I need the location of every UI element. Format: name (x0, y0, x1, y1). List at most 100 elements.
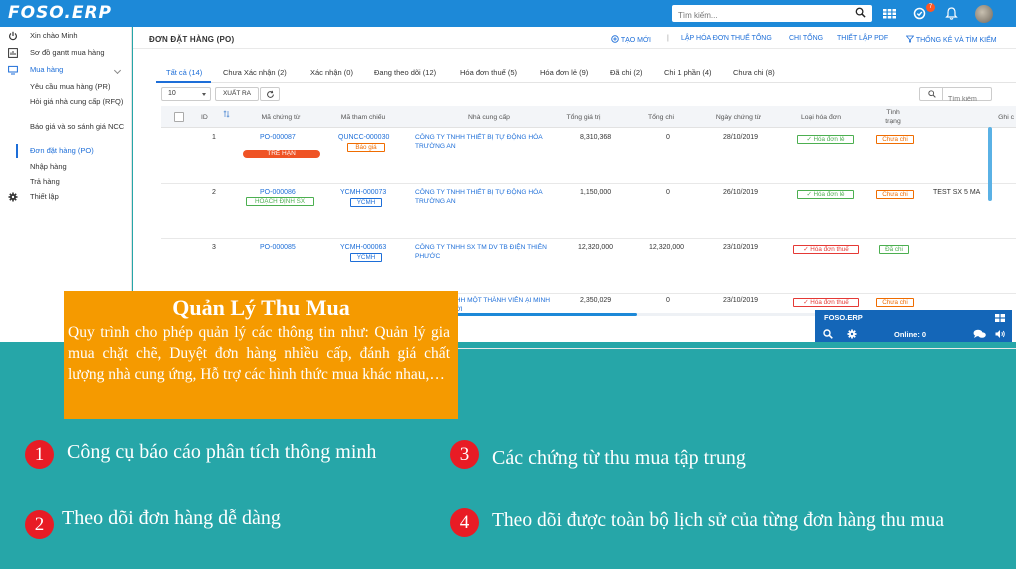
sidebar-item-pr[interactable]: Yêu cầu mua hàng (PR) (30, 82, 128, 92)
col-id[interactable]: ID (201, 113, 208, 122)
tab-partial[interactable]: Chi 1 phần (4) (664, 68, 712, 77)
tab-tracking[interactable]: Đang theo dõi (12) (374, 68, 436, 77)
sidebar-item-rfq[interactable]: Hỏi giá nhà cung cấp (RFQ) (30, 97, 128, 107)
row-supplier-link[interactable]: CÔNG TY TNHH SX TM DV TB ĐIỆN THIÊN PHƯỚ… (415, 244, 565, 261)
feature-number-badge: 2 (25, 510, 54, 539)
row-supplier-link[interactable]: CÔNG TY TNHH THIẾT BỊ TỰ ĐỘNG HÓA TRƯỜNG… (415, 189, 565, 206)
col-ref[interactable]: Mã tham chiếu (333, 113, 393, 122)
row-total: 1,150,000 (580, 189, 612, 196)
tab-unconfirmed[interactable]: Chưa Xác nhận (2) (223, 68, 287, 77)
grid-icon[interactable] (995, 314, 1005, 322)
row-date: 28/10/2019 (723, 134, 759, 141)
feature-text: Công cụ báo cáo phân tích thông minh (67, 441, 377, 463)
refresh-icon (267, 90, 274, 98)
row-code-link[interactable]: PO-000085 (260, 244, 296, 251)
tab-all[interactable]: Tất cả (14) (166, 68, 202, 77)
feature-text: Theo dõi được toàn bộ lịch sử của từng đ… (492, 510, 944, 531)
export-button[interactable]: XUẤT RA (215, 87, 259, 101)
row-ref-link[interactable]: YCMH-000063 (340, 244, 386, 251)
tax-invoice-button[interactable]: LẬP HÓA ĐƠN THUẾ TỔNG (681, 35, 772, 42)
status-badge: Chưa chi (876, 298, 914, 307)
col-date[interactable]: Ngày chứng từ (706, 113, 771, 122)
table-search-button[interactable] (919, 87, 943, 101)
search-icon (928, 90, 936, 98)
sidebar-item-po[interactable]: Đơn đặt hàng (PO) (30, 146, 128, 156)
notification-icon[interactable] (912, 6, 927, 21)
chat-title: FOSO.ERP (824, 313, 863, 322)
speaker-icon[interactable] (995, 329, 1006, 339)
sort-icon[interactable] (223, 110, 230, 118)
table-search[interactable] (942, 87, 992, 106)
global-search-input[interactable] (672, 7, 842, 24)
gear-icon[interactable] (847, 329, 857, 339)
chart-icon (8, 48, 18, 58)
pdf-settings-button[interactable]: THIẾT LẬP PDF (837, 35, 888, 42)
sidebar-item-receiving[interactable]: Nhập hàng (30, 162, 128, 172)
table-header: ID Mã chứng từ Mã tham chiếu Nhà cung cấ… (161, 106, 1016, 128)
select-all-checkbox[interactable] (174, 112, 184, 122)
row-supplier-link[interactable]: CÔNG TY TNHH THIẾT BỊ TỰ ĐỘNG HÓA TRƯỜNG… (415, 134, 565, 151)
tab-confirmed[interactable]: Xác nhận (0) (310, 68, 353, 77)
global-search[interactable] (672, 5, 872, 24)
invoice-type-badge: ✓ Hóa đơn thuế (793, 245, 859, 254)
sidebar-greeting[interactable]: Xin chào Minh (0, 29, 132, 43)
sidebar-item-label: Mua hàng (30, 65, 64, 74)
divider (156, 82, 1016, 83)
row-ref-link[interactable]: QUNCC-000030 (338, 134, 389, 141)
chat-widget[interactable]: FOSO.ERP Online: 0 (815, 310, 1012, 342)
row-code-link[interactable]: PO-000087 (260, 134, 296, 141)
col-total[interactable]: Tổng giá trị (556, 113, 611, 122)
planning-badge: HOẠCH ĐỊNH SX (246, 197, 314, 206)
row-date: 26/10/2019 (723, 189, 759, 196)
row-total: 8,310,368 (580, 134, 612, 141)
row-id: 3 (212, 244, 216, 251)
app-logo[interactable]: FOSO.ERP (8, 3, 112, 23)
col-supplier[interactable]: Nhà cung cấp (449, 113, 529, 122)
sidebar-item-purchasing[interactable]: Mua hàng (0, 63, 132, 77)
col-status[interactable]: Tình trạng (878, 108, 908, 126)
apps-grid-icon[interactable] (882, 6, 897, 21)
actions-separator: | (667, 35, 669, 42)
col-code[interactable]: Mã chứng từ (251, 113, 311, 122)
search-icon[interactable] (823, 329, 833, 339)
refresh-button[interactable] (260, 87, 280, 101)
info-box: Quản Lý Thu Mua Quy trình cho phép quản … (64, 291, 458, 419)
table-row[interactable]: 3 PO-000085 YCMH-000063 YCMH CÔNG TY TNH… (161, 239, 1016, 294)
tab-unpaid[interactable]: Chưa chi (8) (733, 68, 775, 77)
tab-paid[interactable]: Đã chi (2) (610, 68, 643, 77)
avatar[interactable] (975, 5, 993, 23)
sidebar-item-quote-compare[interactable]: Báo giá và so sánh giá NCC (30, 122, 128, 132)
notification-badge: 7 (926, 3, 935, 12)
page-title: ĐƠN ĐẶT HÀNG (PO) (149, 35, 235, 44)
online-count: Online: 0 (894, 330, 927, 339)
col-note[interactable]: Ghi c (974, 113, 1014, 122)
row-supplier-link[interactable]: NHH MỘT THÀNH VIÊN ẠI MINH TỚI (451, 297, 561, 314)
row-ref-link[interactable]: YCMH-000073 (340, 189, 386, 196)
power-icon (9, 31, 17, 41)
chat-bubble-icon[interactable] (973, 329, 986, 339)
invoice-type-badge: ✓ Hóa đơn thuế (793, 298, 859, 307)
ref-type-badge: YCMH (350, 198, 382, 207)
tab-retail-invoice[interactable]: Hóa đơn lẻ (9) (540, 68, 588, 77)
total-expense-button[interactable]: CHI TỔNG (789, 35, 823, 42)
row-total: 12,320,000 (578, 244, 614, 251)
sidebar-item-returns[interactable]: Trả hàng (30, 177, 128, 187)
row-total: 2,350,029 (580, 297, 612, 304)
col-invoice-type[interactable]: Loại hóa đơn (786, 113, 856, 122)
table-row[interactable]: 2 PO-000086 HOẠCH ĐỊNH SX YCMH-000073 YC… (161, 184, 1016, 239)
create-button[interactable]: TẠO MỚI (611, 35, 651, 44)
sidebar-item-settings[interactable]: Thiết lập (0, 190, 132, 204)
table-search-input[interactable] (943, 93, 991, 106)
sidebar-item-gantt[interactable]: Sơ đồ gantt mua hàng (0, 46, 132, 60)
page-size-select[interactable]: 10 (161, 87, 211, 101)
bell-icon[interactable] (944, 6, 959, 21)
stats-search-button[interactable]: THỐNG KÊ VÀ TÌM KIẾM (905, 35, 997, 44)
search-icon[interactable] (855, 7, 866, 18)
tab-tax-invoice[interactable]: Hóa đơn thuế (5) (460, 68, 517, 77)
feature-number-badge: 4 (450, 508, 479, 537)
active-indicator (16, 144, 18, 158)
vertical-scrollbar[interactable] (988, 127, 992, 201)
col-paid[interactable]: Tổng chi (636, 113, 686, 122)
row-code-link[interactable]: PO-000086 (260, 189, 296, 196)
table-row[interactable]: 1 PO-000087 TRỄ HẠN QUNCC-000030 Báo giá… (161, 129, 1016, 184)
